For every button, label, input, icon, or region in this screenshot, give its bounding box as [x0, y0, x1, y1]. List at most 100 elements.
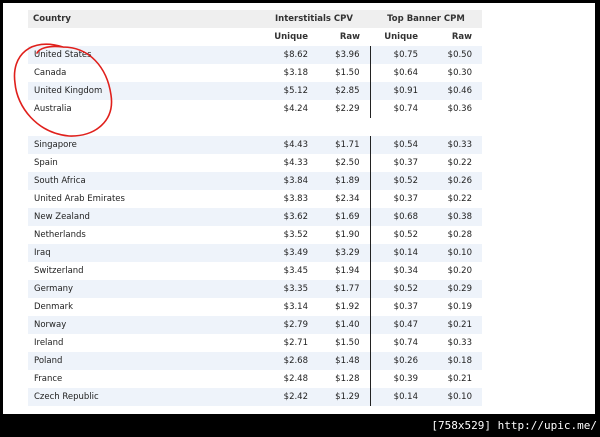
banner-raw-cell: $0.50	[428, 46, 482, 64]
country-cell: France	[28, 370, 258, 388]
banner-unique-cell: $0.39	[369, 370, 428, 388]
banner-unique-cell: $0.37	[369, 298, 428, 316]
interstitials-unique-cell: $3.49	[258, 244, 318, 262]
interstitials-raw-cell: $1.28	[318, 370, 370, 388]
screenshot-frame: Country Interstitials CPV Top Banner CPM…	[3, 3, 595, 414]
interstitials-unique-cell: $3.45	[258, 262, 318, 280]
interstitials-unique-cell: $4.43	[258, 136, 318, 154]
table-row: Poland $2.68 $1.48 $0.26 $0.18	[28, 352, 482, 370]
interstitials-unique-header: Unique	[258, 28, 318, 46]
interstitials-unique-cell: $2.68	[258, 352, 318, 370]
table-row: Spain $4.33 $2.50 $0.37 $0.22	[28, 154, 482, 172]
country-cell: Canada	[28, 64, 258, 82]
country-cell: Denmark	[28, 298, 258, 316]
table-row: United Arab Emirates $3.83 $2.34 $0.37 $0.22	[28, 190, 482, 208]
interstitials-raw-cell: $2.50	[318, 154, 370, 172]
rates-table: Country Interstitials CPV Top Banner CPM…	[28, 10, 482, 406]
country-cell: Germany	[28, 280, 258, 298]
banner-raw-cell: $0.30	[428, 64, 482, 82]
banner-raw-cell: $0.33	[428, 136, 482, 154]
banner-raw-cell: $0.18	[428, 352, 482, 370]
interstitials-unique-cell: $3.14	[258, 298, 318, 316]
interstitials-raw-header: Raw	[318, 28, 370, 46]
banner-raw-cell: $0.38	[428, 208, 482, 226]
table-row: Iraq $3.49 $3.29 $0.14 $0.10	[28, 244, 482, 262]
interstitials-raw-cell: $1.50	[318, 334, 370, 352]
table-row: Switzerland $3.45 $1.94 $0.34 $0.20	[28, 262, 482, 280]
country-cell: Czech Republic	[28, 388, 258, 406]
top-banner-cpm-header: Top Banner CPM	[370, 10, 482, 28]
country-cell: New Zealand	[28, 208, 258, 226]
banner-unique-cell: $0.75	[369, 46, 428, 64]
interstitials-unique-cell: $4.33	[258, 154, 318, 172]
interstitials-raw-cell: $3.96	[318, 46, 370, 64]
banner-unique-header: Unique	[370, 28, 428, 46]
interstitials-raw-cell: $1.92	[318, 298, 370, 316]
banner-raw-cell: $0.19	[428, 298, 482, 316]
header-row-groups: Country Interstitials CPV Top Banner CPM	[28, 10, 482, 28]
banner-unique-cell: $0.37	[369, 190, 428, 208]
interstitials-raw-cell: $2.85	[318, 82, 370, 100]
interstitials-unique-cell: $8.62	[258, 46, 318, 64]
interstitials-unique-cell: $3.52	[258, 226, 318, 244]
interstitials-unique-cell: $5.12	[258, 82, 318, 100]
table-row: France $2.48 $1.28 $0.39 $0.21	[28, 370, 482, 388]
interstitials-unique-cell: $2.79	[258, 316, 318, 334]
interstitials-raw-cell: $2.29	[318, 100, 370, 118]
country-cell: Iraq	[28, 244, 258, 262]
table-row: United States $8.62 $3.96 $0.75 $0.50	[28, 46, 482, 64]
interstitials-raw-cell: $1.77	[318, 280, 370, 298]
table-row: Denmark $3.14 $1.92 $0.37 $0.19	[28, 298, 482, 316]
table-row: Singapore $4.43 $1.71 $0.54 $0.33	[28, 136, 482, 154]
banner-unique-cell: $0.74	[369, 334, 428, 352]
banner-raw-cell: $0.22	[428, 154, 482, 172]
banner-unique-cell: $0.74	[369, 100, 428, 118]
interstitials-unique-cell: $3.62	[258, 208, 318, 226]
banner-raw-header: Raw	[428, 28, 482, 46]
country-cell: United Arab Emirates	[28, 190, 258, 208]
interstitials-raw-cell: $1.90	[318, 226, 370, 244]
country-cell: United Kingdom	[28, 82, 258, 100]
empty-header-cell	[28, 28, 258, 46]
table-row: South Africa $3.84 $1.89 $0.52 $0.26	[28, 172, 482, 190]
interstitials-raw-cell: $1.71	[318, 136, 370, 154]
country-header: Country	[28, 10, 258, 28]
country-cell: South Africa	[28, 172, 258, 190]
table-body-top: United States $8.62 $3.96 $0.75 $0.50 Canada $…	[28, 46, 482, 118]
banner-unique-cell: $0.26	[369, 352, 428, 370]
interstitials-raw-cell: $1.50	[318, 64, 370, 82]
table-row: Ireland $2.71 $1.50 $0.74 $0.33	[28, 334, 482, 352]
interstitials-unique-cell: $2.71	[258, 334, 318, 352]
banner-raw-cell: $0.10	[428, 244, 482, 262]
banner-unique-cell: $0.68	[369, 208, 428, 226]
table-row: Czech Republic $2.42 $1.29 $0.14 $0.10	[28, 388, 482, 406]
interstitials-unique-cell: $2.42	[258, 388, 318, 406]
interstitials-raw-cell: $1.48	[318, 352, 370, 370]
banner-raw-cell: $0.10	[428, 388, 482, 406]
interstitials-raw-cell: $1.89	[318, 172, 370, 190]
banner-raw-cell: $0.21	[428, 370, 482, 388]
interstitials-raw-cell: $1.94	[318, 262, 370, 280]
country-cell: Australia	[28, 100, 258, 118]
interstitials-raw-cell: $1.40	[318, 316, 370, 334]
banner-unique-cell: $0.52	[369, 226, 428, 244]
banner-raw-cell: $0.29	[428, 280, 482, 298]
country-cell: Singapore	[28, 136, 258, 154]
interstitials-raw-cell: $2.34	[318, 190, 370, 208]
interstitials-unique-cell: $3.84	[258, 172, 318, 190]
interstitials-raw-cell: $1.69	[318, 208, 370, 226]
country-cell: Spain	[28, 154, 258, 172]
interstitials-raw-cell: $1.29	[318, 388, 370, 406]
table-row: Australia $4.24 $2.29 $0.74 $0.36	[28, 100, 482, 118]
banner-unique-cell: $0.14	[369, 244, 428, 262]
interstitials-unique-cell: $3.35	[258, 280, 318, 298]
banner-unique-cell: $0.91	[369, 82, 428, 100]
country-cell: Ireland	[28, 334, 258, 352]
interstitials-cpv-header: Interstitials CPV	[258, 10, 370, 28]
interstitials-unique-cell: $3.83	[258, 190, 318, 208]
table-row: United Kingdom $5.12 $2.85 $0.91 $0.46	[28, 82, 482, 100]
interstitials-unique-cell: $2.48	[258, 370, 318, 388]
table-body-bottom: Singapore $4.43 $1.71 $0.54 $0.33 Spain $4.33 $…	[28, 136, 482, 406]
image-caption: [758x529] http://upic.me/	[431, 419, 597, 432]
banner-unique-cell: $0.52	[369, 280, 428, 298]
